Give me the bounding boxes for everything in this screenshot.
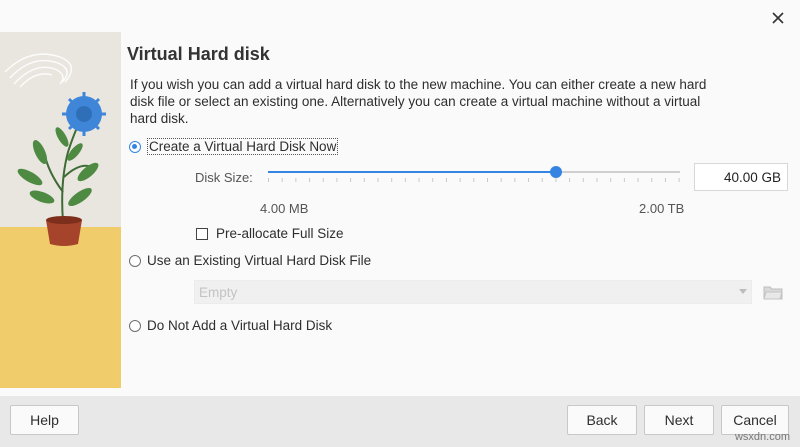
radio-do-not-add[interactable]: Do Not Add a Virtual Hard Disk: [129, 318, 332, 333]
radio-indicator[interactable]: [129, 254, 141, 267]
existing-disk-combo[interactable]: Empty: [194, 280, 752, 304]
virtual-hard-disk-dialog: Virtual Hard disk If you wish you can ad…: [0, 0, 800, 447]
next-button[interactable]: Next: [644, 405, 714, 435]
close-button[interactable]: [766, 6, 790, 30]
radio-indicator[interactable]: [129, 140, 141, 153]
disk-size-slider[interactable]: [268, 166, 680, 182]
combo-arrow-icon: [739, 289, 747, 294]
folder-icon: [763, 286, 783, 300]
page-title: Virtual Hard disk: [127, 44, 270, 64]
watermark: wsxdn.com: [734, 431, 790, 443]
slider-max-label: 2.00 TB: [639, 201, 685, 216]
radio-use-existing[interactable]: Use an Existing Virtual Hard Disk File: [129, 253, 371, 268]
help-button[interactable]: Help: [10, 405, 79, 435]
close-icon: [772, 12, 784, 24]
choose-disk-file-button[interactable]: [762, 281, 784, 303]
radio-indicator[interactable]: [129, 319, 141, 332]
preallocate-checkbox-row[interactable]: Pre-allocate Full Size: [196, 226, 344, 241]
disk-size-label: Disk Size:: [195, 170, 253, 185]
preallocate-checkbox[interactable]: [196, 227, 208, 240]
combo-value: Empty: [199, 285, 238, 300]
radio-use-existing-label: Use an Existing Virtual Hard Disk File: [147, 253, 372, 268]
preallocate-label: Pre-allocate Full Size: [216, 226, 344, 241]
disk-size-input[interactable]: 40.00 GB: [694, 163, 788, 191]
slider-handle[interactable]: [550, 166, 563, 178]
slider-fill: [268, 171, 557, 173]
radio-do-not-add-label: Do Not Add a Virtual Hard Disk: [147, 318, 333, 333]
radio-create-now-label: Create a Virtual Hard Disk Now: [147, 138, 339, 155]
wizard-illustration: [0, 32, 121, 388]
back-button[interactable]: Back: [567, 405, 637, 435]
radio-create-now[interactable]: Create a Virtual Hard Disk Now: [129, 138, 339, 155]
slider-ticks: [268, 178, 680, 182]
intro-text: If you wish you can add a virtual hard d…: [130, 77, 707, 126]
slider-min-label: 4.00 MB: [260, 201, 309, 216]
